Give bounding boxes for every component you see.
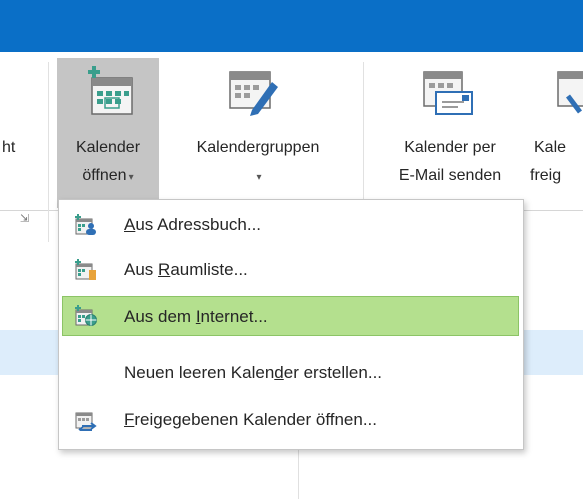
room-list-calendar-icon	[75, 259, 96, 280]
menu-item-label: Aus dem Internet...	[124, 307, 268, 326]
share-calendar-button[interactable]: Kale freig	[530, 58, 583, 208]
open-calendar-label-line1: Kalender	[75, 139, 141, 156]
menu-item-open-shared-calendar[interactable]: Freigegebenen Kalender öffnen...	[62, 400, 519, 440]
email-calendar-button[interactable]: Kalender per E-Mail senden	[376, 58, 524, 208]
menu-item-label: Freigegebenen Kalender öffnen...	[124, 410, 377, 429]
menu-item-from-address-book[interactable]: Aus Adressbuch...	[62, 205, 519, 245]
calendar-groups-icon	[229, 71, 278, 116]
share-calendar-icon	[557, 71, 583, 114]
chevron-down-icon: ▾	[256, 172, 262, 183]
grid-divider	[298, 448, 299, 499]
open-calendar-button[interactable]: Kalender öffnen ▾	[57, 58, 159, 208]
address-book-calendar-icon	[75, 214, 96, 235]
internet-calendar-icon	[75, 305, 97, 326]
chevron-down-icon: ▾	[128, 172, 134, 183]
calendar-groups-label: Kalendergruppen	[196, 139, 320, 156]
open-calendar-label-line2: öffnen ▾	[82, 167, 134, 184]
menu-item-from-internet[interactable]: Aus dem Internet...	[62, 296, 519, 336]
email-calendar-icon	[423, 71, 473, 115]
email-calendar-label-line2: E-Mail senden	[398, 167, 502, 184]
shared-calendar-icon	[75, 412, 97, 431]
menu-item-label: Aus Adressbuch...	[124, 215, 262, 234]
open-calendar-menu: Aus Adressbuch... Aus Raumliste... Aus d…	[58, 199, 524, 450]
email-calendar-label-line1: Kalender per	[404, 139, 496, 156]
calendar-groups-button[interactable]: Kalendergruppen ▾	[160, 58, 356, 208]
ribbon: ht Kalender öffnen ▾ Kalendergruppen ▾ K…	[0, 52, 583, 242]
calendar-groups-dropdown: ▾	[160, 164, 356, 190]
menu-item-new-blank-calendar[interactable]: Neuen leeren Kalender erstellen...	[62, 353, 519, 393]
share-calendar-label-line2: freig	[530, 167, 562, 184]
dialog-launcher-icon[interactable]: ⇲	[20, 212, 29, 225]
menu-item-label: Aus Raumliste...	[124, 260, 248, 279]
menu-item-from-room-list[interactable]: Aus Raumliste...	[62, 250, 519, 290]
share-calendar-label-line1: Kale	[534, 139, 567, 156]
open-calendar-icon	[88, 66, 133, 115]
menu-item-label: Neuen leeren Kalender erstellen...	[124, 363, 383, 382]
ribbon-separator	[48, 62, 49, 242]
title-bar	[0, 0, 583, 52]
ribbon-partial-label: ht	[2, 139, 16, 156]
